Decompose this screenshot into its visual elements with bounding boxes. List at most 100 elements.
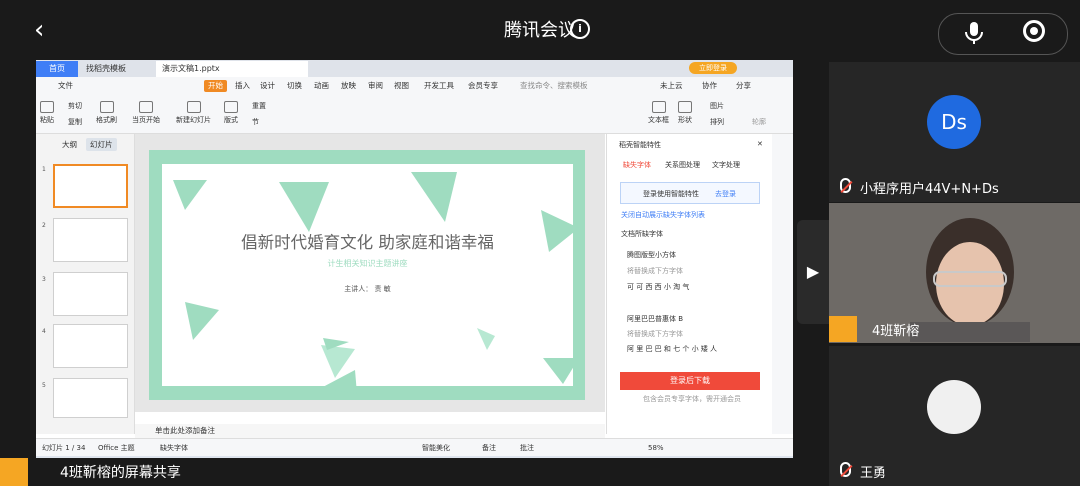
info-icon[interactable]: i (570, 19, 590, 39)
notes-placeholder: 单击此处添加备注 (155, 426, 215, 435)
tab-text-process[interactable]: 文字处理 (712, 160, 740, 170)
arrange-button[interactable]: 排列 (710, 117, 724, 127)
menu-developer[interactable]: 开发工具 (424, 80, 454, 92)
section-button[interactable]: 节 (252, 117, 259, 127)
login-hint: 登录使用智能特性 (643, 190, 699, 198)
paste-icon (40, 101, 54, 113)
menu-view[interactable]: 视图 (394, 80, 409, 92)
section-title: 文档所缺字体 (621, 230, 663, 238)
participant-name: 王勇 (860, 466, 887, 481)
wps-tab-bar: 首页 找稻壳模板 演示文稿1.pptx 立即登录 (36, 60, 793, 77)
slide-thumbnail-3[interactable] (53, 272, 128, 316)
login-hint-box: 登录使用智能特性 去登录 (620, 182, 760, 204)
font1-hint: 将替换成下方字体 (627, 267, 683, 275)
new-slide-button[interactable]: 新建幻灯片 (176, 101, 211, 125)
mic-muted-icon (840, 178, 851, 193)
menu-member[interactable]: 会员专享 (468, 80, 498, 92)
theme-name: Office 主题 (98, 444, 135, 452)
participant-avatar: Ds (927, 95, 981, 149)
missing-font-status[interactable]: 缺失字体 (160, 443, 188, 453)
picture-button[interactable]: 图片 (710, 101, 724, 111)
font2-sample: 阿 里 巴 巴 和 七 个 小 矮 人 (627, 345, 718, 353)
shape-button[interactable]: 形状 (678, 101, 692, 125)
tab-home[interactable]: 首页 (36, 61, 78, 77)
mic-muted-icon (840, 462, 851, 477)
textbox-icon (651, 101, 666, 113)
next-page-arrow[interactable]: ▶ (797, 220, 829, 324)
arrange-label: 排列 (710, 118, 724, 126)
slide-thumbnail-4[interactable] (53, 324, 128, 368)
login-download-button[interactable]: 登录后下载 (620, 372, 760, 390)
menu-transition[interactable]: 切换 (287, 80, 302, 92)
comment-toggle[interactable]: 批注 (520, 443, 534, 453)
close-auto-list-link[interactable]: 关闭自动展示缺失字体列表 (621, 210, 705, 220)
menu-collab[interactable]: 协作 (702, 80, 717, 92)
slide-thumbnail-2[interactable] (53, 218, 128, 262)
tab-outline[interactable]: 大纲 (58, 138, 81, 151)
tab-document[interactable]: 演示文稿1.pptx (156, 61, 308, 77)
menu-design[interactable]: 设计 (260, 80, 275, 92)
format-painter-icon (99, 101, 114, 113)
menu-animation[interactable]: 动画 (314, 80, 329, 92)
font1-name: 腾图版型小方体 (627, 251, 676, 259)
paste-button[interactable]: 粘贴 (40, 101, 54, 125)
new-slide-label: 新建幻灯片 (176, 116, 211, 124)
slide-decor-triangles (173, 172, 579, 394)
notes-area[interactable]: 单击此处添加备注 (135, 424, 605, 438)
copy-label: 复制 (68, 118, 82, 126)
participant-avatar (927, 380, 981, 434)
font2-name: 阿里巴巴普惠体 B (627, 315, 684, 323)
notes-toggle[interactable]: 备注 (482, 443, 496, 453)
slide-count: 幻灯片 1 / 34 (42, 444, 86, 452)
go-login-link[interactable]: 去登录 (715, 189, 736, 199)
play-current-label: 当页开始 (132, 116, 160, 124)
menu-start[interactable]: 开始 (204, 80, 227, 92)
menu-cloud[interactable]: 未上云 (660, 80, 683, 92)
status-bar: 幻灯片 1 / 34 Office 主题 缺失字体 智能美化 备注 批注 58% (36, 438, 793, 457)
menu-share[interactable]: 分享 (736, 80, 751, 92)
slide-subtitle: 计生相关知识主题讲座 (327, 259, 408, 268)
login-chip[interactable]: 立即登录 (689, 62, 737, 74)
tab-missing-font[interactable]: 缺失字体 (623, 160, 651, 170)
copy-button[interactable]: 复制 (68, 117, 82, 127)
cut-button[interactable]: 剪切 (68, 101, 82, 111)
textbox-button[interactable]: 文本框 (648, 101, 669, 125)
tab-relation-chart[interactable]: 关系图处理 (665, 160, 700, 170)
command-search[interactable]: 查找命令、搜索模板 (520, 80, 588, 92)
panel-header: 稻壳智能特性 (619, 141, 661, 149)
layout-label: 版式 (224, 116, 238, 124)
thumb-number: 4 (42, 328, 46, 335)
reset-button[interactable]: 重置 (252, 101, 266, 111)
play-current-button[interactable]: 当页开始 (132, 101, 160, 125)
zoom-level[interactable]: 58% (648, 443, 664, 453)
thumb-number: 1 (42, 166, 46, 173)
right-tool-strip (772, 134, 793, 434)
microphone-icon[interactable] (962, 20, 986, 46)
beautify-button[interactable]: 智能美化 (422, 443, 450, 453)
member-footer: 包含会员专享字体，需开通会员 (643, 395, 741, 403)
close-icon[interactable]: ✕ (757, 140, 763, 148)
sharer-avatar (0, 458, 28, 486)
layout-button[interactable]: 版式 (224, 101, 238, 125)
menu-review[interactable]: 审阅 (368, 80, 383, 92)
tab-slides[interactable]: 幻灯片 (86, 138, 117, 151)
menu-file[interactable]: 文件 (58, 80, 73, 92)
participant-name: 4班靳榕 (872, 324, 920, 339)
paste-label: 粘贴 (40, 116, 54, 124)
tab-template[interactable]: 找稻壳模板 (80, 61, 152, 77)
meeting-title: 腾讯会议 (0, 16, 1080, 42)
record-icon[interactable] (1023, 20, 1045, 42)
shape-label: 形状 (678, 116, 692, 124)
slide-speaker: 主讲人： 责 敏 (344, 285, 391, 293)
format-painter-button[interactable]: 格式刷 (96, 101, 117, 125)
outline-button[interactable]: 轮廓 (752, 117, 766, 127)
section-label: 节 (252, 118, 259, 126)
menu-slideshow[interactable]: 放映 (341, 80, 356, 92)
slide-thumbnail-1[interactable] (53, 164, 128, 208)
font2-hint: 将替换成下方字体 (627, 330, 683, 338)
participant-video (910, 218, 1030, 342)
slide-thumbnail-5[interactable] (53, 378, 128, 418)
play-icon (139, 101, 153, 113)
menu-insert[interactable]: 插入 (235, 80, 250, 92)
new-slide-icon (186, 101, 201, 113)
